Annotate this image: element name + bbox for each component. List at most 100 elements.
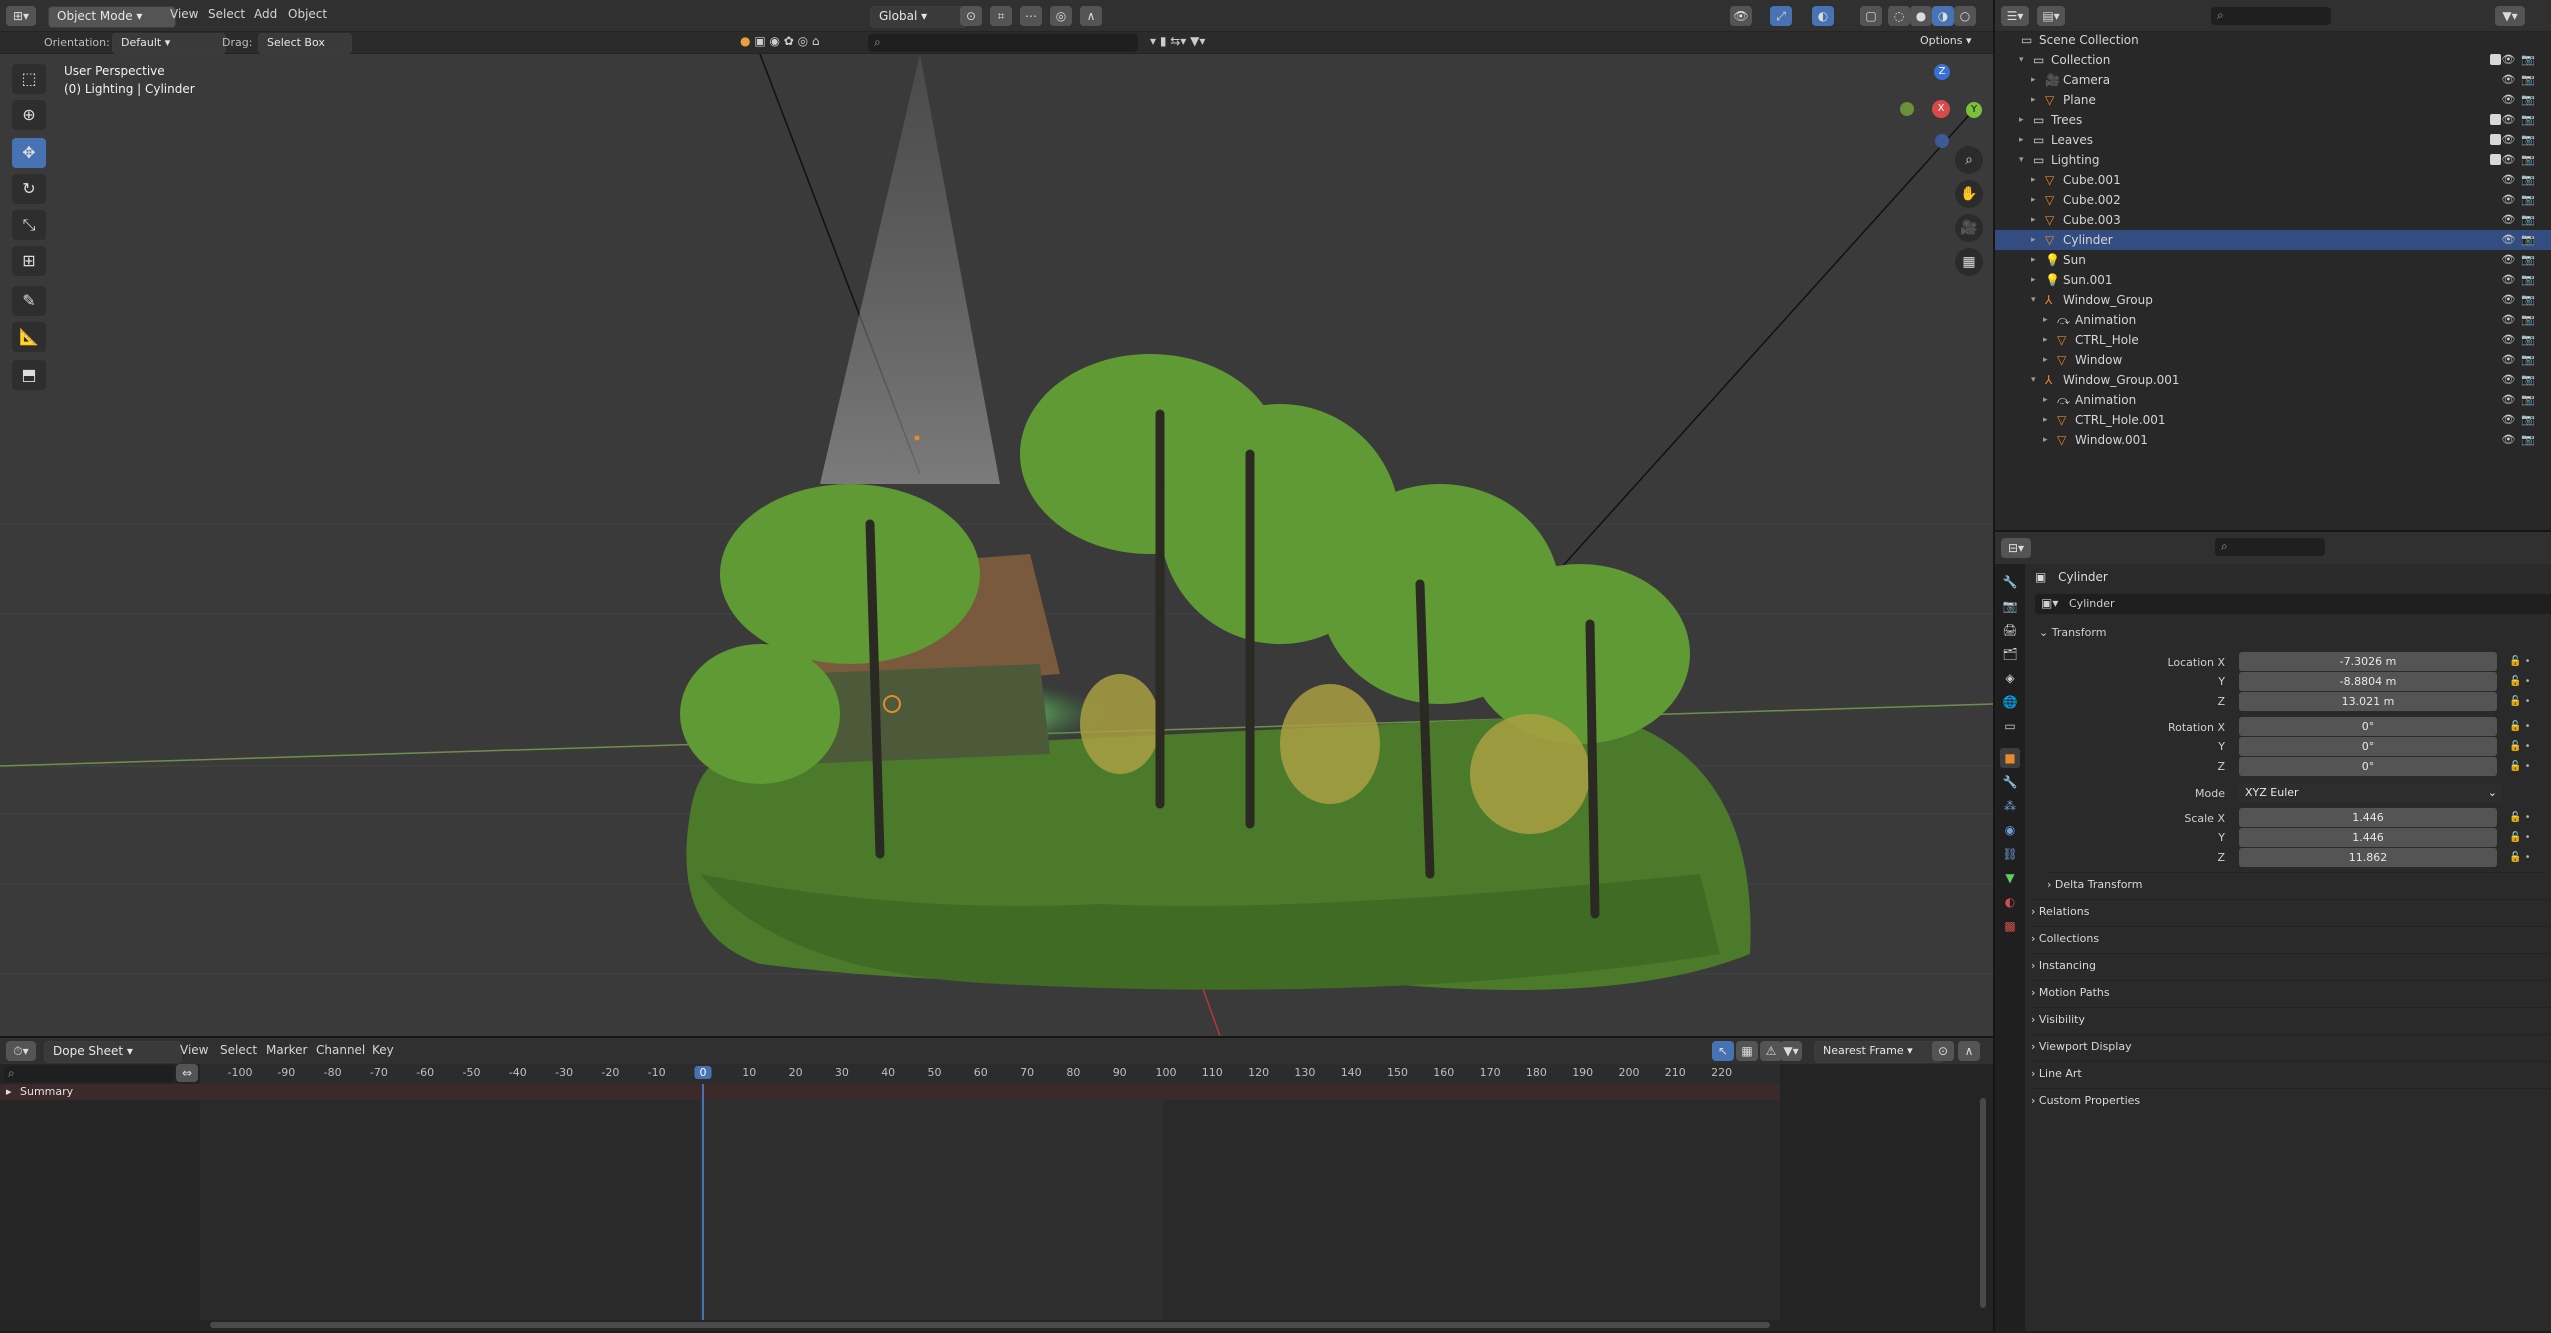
visibility-toggle-icon[interactable]: 👁📷: [2501, 110, 2541, 130]
visibility-toggle-icon[interactable]: 👁📷: [2501, 150, 2541, 170]
rotation-x-field[interactable]: 0°: [2239, 717, 2497, 736]
falloff-icon[interactable]: ∧: [1080, 6, 1102, 26]
proportional-icon[interactable]: ⊙: [1932, 1041, 1954, 1061]
shading-material-icon[interactable]: ◑: [1932, 6, 1954, 26]
outliner-row[interactable]: ▸ ▽ Cube.002 👁📷: [1995, 190, 2551, 210]
snap-dropdown[interactable]: Nearest Frame ▾: [1814, 1041, 1944, 1063]
physics-tab-icon[interactable]: ◉: [2000, 820, 2020, 840]
lock-icon[interactable]: 🔓 •: [2509, 741, 2531, 752]
rotation-mode-dropdown[interactable]: XYZ Euler ⌄: [2239, 783, 2503, 802]
visibility-toggle-icon[interactable]: 👁📷: [2501, 310, 2541, 330]
xray-icon[interactable]: ▢: [1860, 6, 1882, 26]
scale-z-field[interactable]: 11.862: [2239, 848, 2497, 867]
editor-type-icon[interactable]: ⊞▾: [6, 6, 36, 26]
location-x-field[interactable]: -7.3026 m: [2239, 652, 2497, 671]
outliner-row[interactable]: ▸ ▽ Cube.001 👁📷: [1995, 170, 2551, 190]
rotation-y-field[interactable]: 0°: [2239, 737, 2497, 756]
chevron-right-icon[interactable]: ▸: [2031, 210, 2036, 230]
visibility-toggle-icon[interactable]: 👁📷: [2501, 190, 2541, 210]
only-selected-icon[interactable]: ↖: [1712, 1041, 1734, 1061]
snap-icon[interactable]: ⌗: [990, 6, 1012, 26]
chevron-down-icon[interactable]: ▾: [2019, 50, 2024, 70]
visibility-toggle-icon[interactable]: 👁📷: [2501, 350, 2541, 370]
timeline-menu-view[interactable]: View: [180, 1043, 208, 1057]
chevron-right-icon[interactable]: ▸: [2043, 390, 2048, 410]
outliner-row[interactable]: ▸ ▽ Cube.003 👁📷: [1995, 210, 2551, 230]
visibility-toggle-icon[interactable]: 👁📷: [2501, 370, 2541, 390]
properties-editor-icon[interactable]: ⊟▾: [2001, 538, 2031, 558]
outliner-row[interactable]: ▸ ▭ Leaves 👁📷: [1995, 130, 2551, 150]
properties-search-input[interactable]: ⌕: [2215, 538, 2325, 556]
outliner-row[interactable]: ▾ ▭ Collection 👁📷: [1995, 50, 2551, 70]
summary-row[interactable]: ▸ Summary: [0, 1084, 1780, 1100]
timeline-scrollbar[interactable]: [210, 1322, 1770, 1328]
display-mode-icon[interactable]: ▤▾: [2037, 6, 2065, 26]
collection-tab-icon[interactable]: ▭: [2000, 716, 2020, 736]
chevron-right-icon[interactable]: ▸: [2031, 190, 2036, 210]
world-tab-icon[interactable]: 🌐: [2000, 692, 2020, 712]
pivot-icon[interactable]: ⊙: [960, 6, 982, 26]
section-header[interactable]: › Line Art: [2031, 1061, 2551, 1086]
lock-icon[interactable]: 🔓 •: [2509, 812, 2531, 823]
visibility-toggle-icon[interactable]: 👁📷: [2501, 50, 2541, 70]
show-hidden-icon[interactable]: ▦: [1736, 1041, 1758, 1061]
outliner-editor-icon[interactable]: ☰▾: [2001, 6, 2029, 26]
particles-tab-icon[interactable]: ⁂: [2000, 796, 2020, 816]
section-header[interactable]: › Motion Paths: [2031, 980, 2551, 1005]
menu-select[interactable]: Select: [208, 7, 245, 21]
menu-object[interactable]: Object: [288, 7, 327, 21]
visibility-toggle-icon[interactable]: 👁📷: [2501, 430, 2541, 450]
rotation-z-field[interactable]: 0°: [2239, 757, 2497, 776]
proportional-edit-icon[interactable]: ◎: [1050, 6, 1072, 26]
drag-dropdown[interactable]: Select Box: [258, 33, 352, 54]
shading-rendered-icon[interactable]: ○: [1954, 6, 1976, 26]
timeline-menu-key[interactable]: Key: [372, 1043, 394, 1057]
overlay-toggle-icon[interactable]: ◐: [1812, 6, 1834, 26]
outliner-row[interactable]: ▸ ▽ Cylinder 👁📷: [1995, 230, 2551, 250]
chevron-down-icon[interactable]: ▾: [2031, 290, 2036, 310]
shading-wireframe-icon[interactable]: ◌: [1888, 6, 1910, 26]
object-name-field[interactable]: ▣▾ Cylinder: [2035, 594, 2551, 614]
object-tab-icon[interactable]: ■: [2000, 748, 2020, 768]
playhead-line[interactable]: [702, 1084, 704, 1320]
pan-hand-icon[interactable]: ✋: [1955, 180, 1983, 208]
lock-icon[interactable]: 🔓 •: [2509, 721, 2531, 732]
chevron-right-icon[interactable]: ▸: [2043, 330, 2048, 350]
cursor-tool[interactable]: ⊕: [12, 100, 46, 130]
visibility-toggle-icon[interactable]: 👁📷: [2501, 170, 2541, 190]
section-header[interactable]: › Delta Transform: [2047, 872, 2547, 897]
exclude-checkbox[interactable]: [2490, 134, 2501, 145]
timeline-menu-channel[interactable]: Channel: [316, 1043, 365, 1057]
annotate-tool[interactable]: ✎: [12, 286, 46, 316]
filter-icon[interactable]: ▼▾: [2495, 6, 2525, 26]
visibility-toggle-icon[interactable]: 👁📷: [2501, 70, 2541, 90]
channel-search-input[interactable]: ⌕: [4, 1066, 174, 1082]
lock-icon[interactable]: 🔓 •: [2509, 761, 2531, 772]
chevron-right-icon[interactable]: ▸: [2031, 250, 2036, 270]
snap-target-icon[interactable]: ⋯: [1020, 6, 1042, 26]
measure-tool[interactable]: 📐: [12, 322, 46, 352]
scale-x-field[interactable]: 1.446: [2239, 808, 2497, 827]
keyframe-area[interactable]: [200, 1100, 1780, 1320]
section-header[interactable]: › Viewport Display: [2031, 1034, 2551, 1059]
lock-icon[interactable]: 🔓 •: [2509, 832, 2531, 843]
timeline-menu-marker[interactable]: Marker: [266, 1043, 307, 1057]
navigation-gizmo[interactable]: Z X Y: [1900, 60, 1990, 150]
swap-icon[interactable]: ⇔: [176, 1064, 198, 1082]
visibility-toggle-icon[interactable]: 👁📷: [2501, 290, 2541, 310]
zoom-icon[interactable]: ⌕: [1955, 146, 1983, 174]
ortho-grid-icon[interactable]: ▦: [1955, 248, 1983, 276]
exclude-checkbox[interactable]: [2490, 114, 2501, 125]
outliner-row[interactable]: ▾ ⅄ Window_Group.001 👁📷: [1995, 370, 2551, 390]
visibility-toggle-icon[interactable]: 👁📷: [2501, 90, 2541, 110]
visibility-toggle-icon[interactable]: 👁📷: [2501, 390, 2541, 410]
section-header[interactable]: › Custom Properties: [2031, 1088, 2551, 1113]
lock-icon[interactable]: 🔓 •: [2509, 676, 2531, 687]
gizmo-x-axis[interactable]: X: [1932, 100, 1950, 118]
frame-ruler[interactable]: -100 -90 -80 -70 -60 -50 -40 -30 -20 -10 0 10 20 30 40…: [200, 1064, 1780, 1084]
viewport-filter-icons[interactable]: ● ▣ ◉ ✿ ◎ ⌂: [740, 34, 860, 52]
outliner-row[interactable]: ▸ ▭ Trees 👁📷: [1995, 110, 2551, 130]
lock-icon[interactable]: 🔓 •: [2509, 852, 2531, 863]
render-tab-icon[interactable]: 📷: [2000, 596, 2020, 616]
visibility-toggle-icon[interactable]: 👁📷: [2501, 330, 2541, 350]
